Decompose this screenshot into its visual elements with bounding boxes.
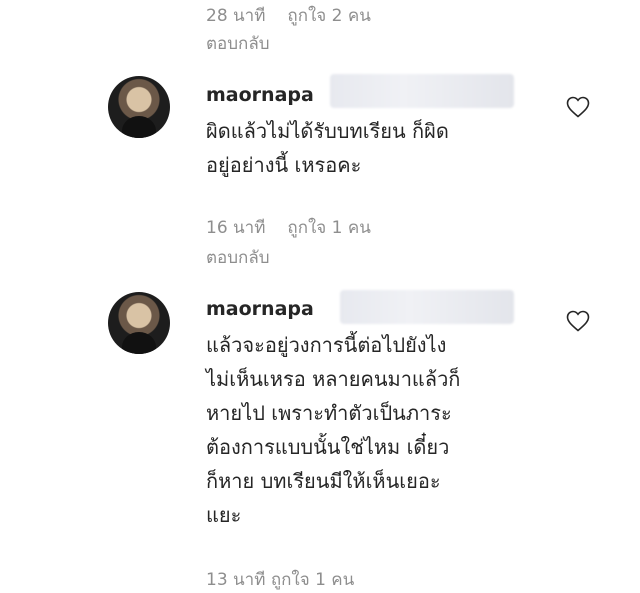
comment-line: แล้วจะอยู่วงการนี้ต่อไปยังไง: [206, 333, 447, 357]
comment-time: 28 นาที: [206, 6, 266, 26]
comment-username[interactable]: maornapa: [206, 298, 314, 320]
reply-link[interactable]: ตอบกลับ: [206, 244, 270, 271]
comment-time: 16 นาที: [206, 218, 266, 238]
redacted-mention: [330, 74, 514, 108]
comment-username[interactable]: maornapa: [206, 84, 314, 106]
comment-line: ต้องการแบบนั้นใช่ไหม เดี๋ยว: [206, 435, 450, 459]
avatar[interactable]: [108, 76, 170, 138]
comment-line: อยู่อย่างนี้ เหรอคะ: [206, 153, 362, 177]
likes-count[interactable]: ถูกใจ 1 คน: [287, 214, 370, 241]
comment-meta: 16 นาที ถูกใจ 1 คน: [206, 214, 371, 241]
reply-link[interactable]: ตอบกลับ: [206, 30, 270, 57]
comment-line: ผิดแล้วไม่ได้รับบทเรียน ก็ผิด: [206, 119, 449, 143]
heart-icon[interactable]: [566, 310, 590, 332]
comment-line: ก็หาย บทเรียนมีให้เห็นเยอะ: [206, 469, 441, 493]
comment-text: ผิดแล้วไม่ได้รับบทเรียน ก็ผิด อยู่อย่างน…: [206, 114, 546, 182]
heart-icon[interactable]: [566, 96, 590, 118]
avatar[interactable]: [108, 292, 170, 354]
comment-line: ไม่เห็นเหรอ หลายคนมาแล้วก็: [206, 367, 461, 391]
comment-line: หายไป เพราะทำตัวเป็นภาระ: [206, 401, 452, 425]
comment-line: แยะ: [206, 503, 242, 527]
likes-count[interactable]: ถูกใจ 2 คน: [287, 2, 370, 29]
comment-meta-top: 28 นาที ถูกใจ 2 คน: [206, 2, 371, 29]
comment-text: แล้วจะอยู่วงการนี้ต่อไปยังไง ไม่เห็นเหรอ…: [206, 328, 546, 532]
redacted-mention: [340, 290, 514, 324]
